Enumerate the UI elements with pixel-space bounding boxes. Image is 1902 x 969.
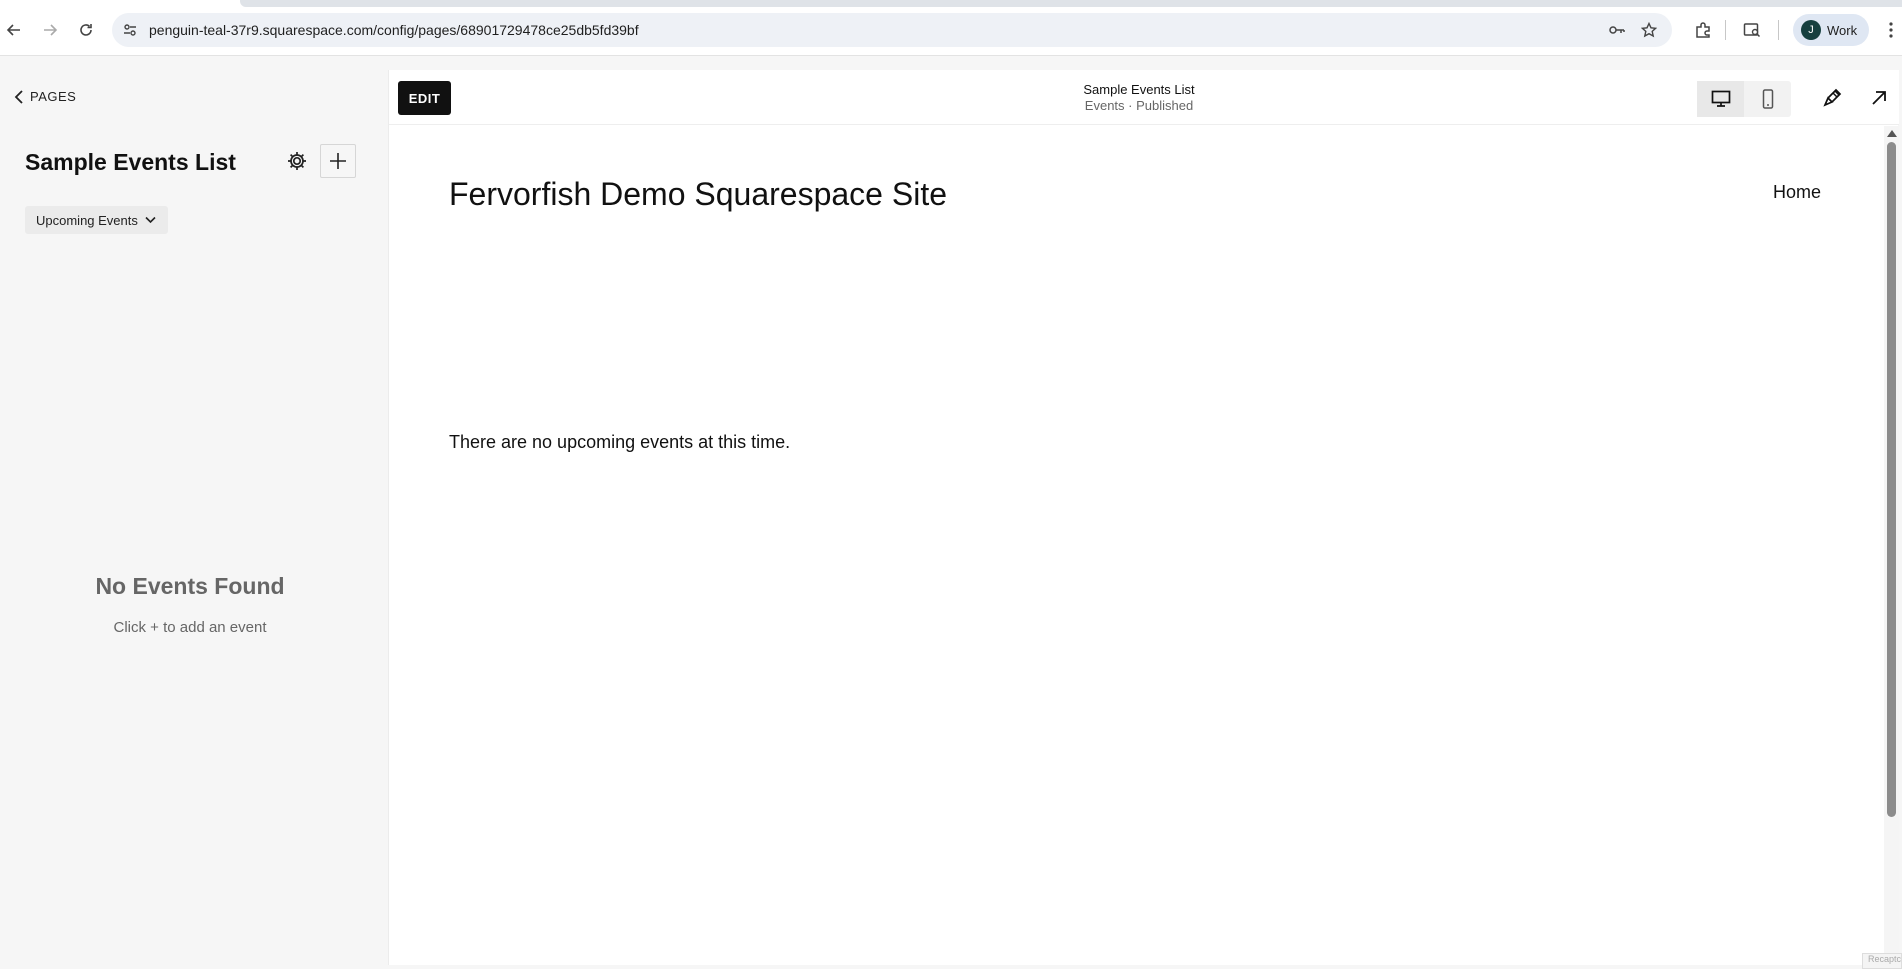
more-menu-icon[interactable]: [1878, 17, 1902, 43]
site-canvas: Fervorfish Demo Squarespace Site Home Th…: [389, 126, 1884, 965]
site-title[interactable]: Fervorfish Demo Squarespace Site: [449, 176, 947, 213]
desktop-icon: [1711, 90, 1730, 107]
forward-icon[interactable]: [37, 17, 63, 43]
mobile-view-button[interactable]: [1744, 81, 1791, 117]
nav-link-home[interactable]: Home: [1773, 182, 1821, 203]
address-bar[interactable]: penguin-teal-37r9.squarespace.com/config…: [112, 13, 1672, 47]
preview-page-name: Sample Events List: [1083, 82, 1195, 97]
tab-search-icon[interactable]: [1739, 17, 1765, 43]
preview-scrollbar[interactable]: [1884, 126, 1899, 965]
plus-icon: [330, 153, 346, 169]
no-events-message: There are no upcoming events at this tim…: [449, 432, 791, 452]
pages-panel: PAGES Sample Events List Upcoming Events…: [0, 56, 388, 965]
site-preview: EDIT Sample Events List Events · Publish…: [388, 70, 1902, 969]
recaptcha-badge: Recaptcha: [1862, 953, 1902, 969]
open-external-icon[interactable]: [1864, 83, 1894, 113]
empty-state-title: No Events Found: [95, 573, 285, 599]
profile-name: Work: [1827, 22, 1858, 38]
back-label: PAGES: [30, 89, 77, 104]
toolbar-divider: [1778, 20, 1779, 40]
scroll-thumb[interactable]: [1887, 142, 1896, 817]
gear-icon[interactable]: [284, 148, 310, 174]
empty-state-hint: Click + to add an event: [113, 619, 267, 636]
add-event-button[interactable]: [320, 144, 356, 178]
tab-strip: [240, 0, 1902, 7]
mobile-icon: [1762, 89, 1773, 109]
reload-icon[interactable]: [73, 17, 99, 43]
bookmark-star-icon[interactable]: [1639, 20, 1659, 40]
filter-label: Upcoming Events: [36, 212, 138, 228]
device-toggle: [1697, 81, 1791, 117]
back-to-pages-link[interactable]: PAGES: [14, 89, 76, 104]
page-title: Sample Events List: [25, 149, 236, 175]
browser-toolbar: penguin-teal-37r9.squarespace.com/config…: [0, 0, 1902, 56]
scroll-up-arrow-icon[interactable]: [1887, 130, 1897, 137]
profile-button[interactable]: J Work: [1793, 14, 1869, 46]
avatar: J: [1801, 20, 1821, 40]
preview-toolbar: EDIT Sample Events List Events · Publish…: [389, 70, 1899, 125]
site-settings-icon[interactable]: [120, 20, 140, 40]
toolbar-divider: [1725, 20, 1726, 40]
preview-page-status: Events · Published: [1084, 98, 1194, 113]
chevron-down-icon: [145, 216, 156, 224]
back-icon[interactable]: [1, 17, 27, 43]
extensions-icon[interactable]: [1690, 17, 1716, 43]
password-key-icon[interactable]: [1607, 20, 1627, 40]
chevron-left-icon: [14, 89, 23, 104]
events-filter-dropdown[interactable]: Upcoming Events: [25, 206, 168, 234]
design-brush-icon[interactable]: [1817, 83, 1847, 113]
desktop-view-button[interactable]: [1697, 81, 1744, 117]
url-text[interactable]: penguin-teal-37r9.squarespace.com/config…: [149, 22, 639, 38]
